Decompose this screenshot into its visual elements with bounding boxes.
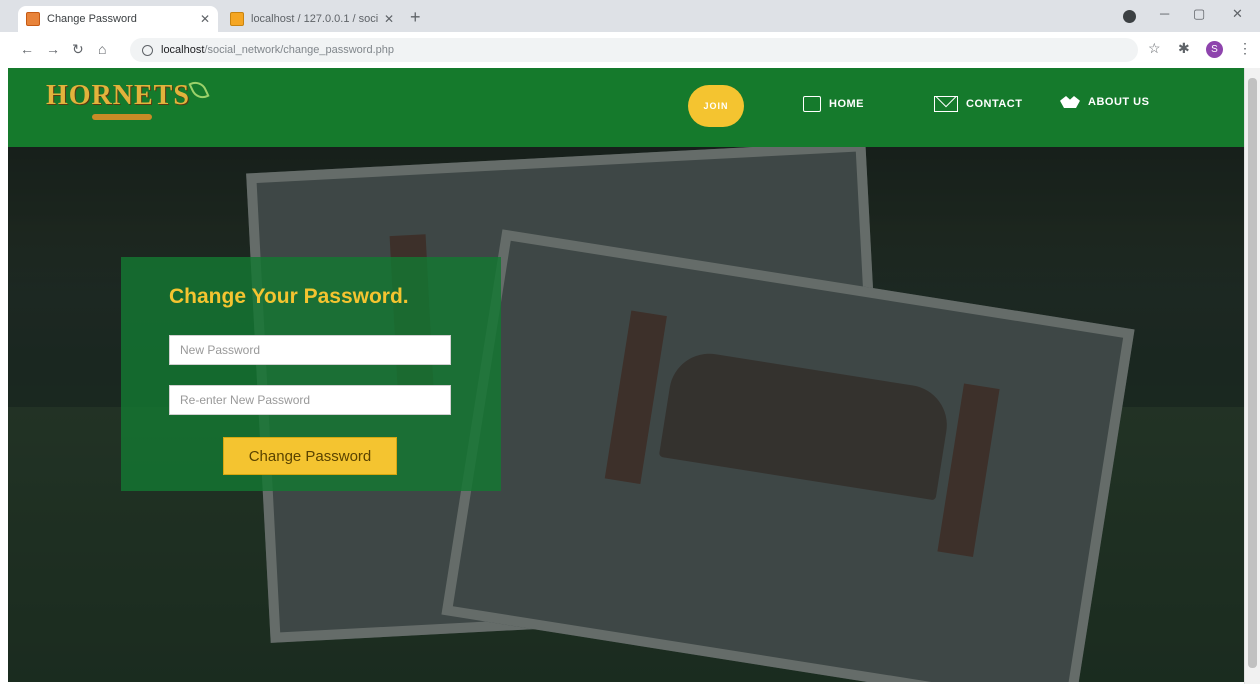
mail-icon: [934, 96, 958, 112]
back-icon[interactable]: ←: [20, 41, 34, 57]
site-info-icon[interactable]: [142, 44, 153, 56]
logo-ribbon: [92, 114, 152, 120]
home-icon[interactable]: ⌂: [98, 41, 106, 57]
hero-background: Change Your Password. Change Password: [8, 147, 1244, 682]
scrollbar[interactable]: [1244, 68, 1260, 684]
tab-title: Change Password: [47, 13, 137, 25]
nav-contact-label: CONTACT: [966, 98, 1023, 110]
leaf-icon: [188, 77, 210, 103]
form-title: Change Your Password.: [169, 285, 409, 308]
close-tab-icon[interactable]: ✕: [384, 12, 394, 26]
tab-title: localhost / 127.0.0.1 / social_net: [251, 13, 378, 25]
nav-contact[interactable]: CONTACT: [934, 96, 1022, 112]
change-password-form: Change Your Password. Change Password: [121, 257, 501, 491]
url-path: /social_network/change_password.php: [204, 44, 394, 56]
logo-text: HORNETS: [46, 80, 190, 111]
page-viewport: HORNETS JOIN HOME CONTACT ABOUT US Chang…: [8, 68, 1244, 682]
bookmark-star-icon[interactable]: ☆: [1148, 40, 1161, 57]
nav-home[interactable]: HOME: [803, 96, 864, 112]
menu-icon[interactable]: ⋮: [1238, 40, 1252, 57]
change-password-button[interactable]: Change Password: [223, 437, 397, 475]
reenter-password-input[interactable]: [169, 385, 451, 415]
close-window-icon[interactable]: ✕: [1232, 6, 1243, 22]
browser-chrome: Change Password ✕ localhost / 127.0.0.1 …: [0, 0, 1260, 68]
url-host: localhost: [161, 44, 205, 56]
forward-icon[interactable]: →: [46, 41, 60, 57]
profile-avatar[interactable]: S: [1206, 41, 1223, 58]
address-bar[interactable]: localhost /social_network/change_passwor…: [130, 38, 1138, 62]
close-tab-icon[interactable]: ✕: [200, 12, 210, 26]
tab-change-password[interactable]: Change Password ✕: [18, 6, 218, 32]
site-logo[interactable]: HORNETS: [46, 77, 210, 120]
reload-icon[interactable]: ↻: [72, 41, 84, 57]
new-tab-button[interactable]: +: [410, 8, 421, 26]
home-icon: [803, 96, 821, 112]
join-button[interactable]: JOIN: [688, 85, 744, 127]
tab-phpmyadmin[interactable]: localhost / 127.0.0.1 / social_net ✕: [222, 6, 402, 32]
extensions-icon[interactable]: ✱: [1178, 40, 1190, 57]
minimize-icon[interactable]: ─: [1160, 6, 1169, 21]
favicon-icon: [230, 12, 244, 26]
nav-about[interactable]: ABOUT US: [1060, 96, 1149, 108]
tab-strip: Change Password ✕ localhost / 127.0.0.1 …: [0, 0, 1260, 32]
nav-home-label: HOME: [829, 98, 864, 110]
new-password-input[interactable]: [169, 335, 451, 365]
browser-toolbar: ← → ↻ ⌂ localhost /social_network/change…: [0, 32, 1260, 68]
handshake-icon: [1060, 96, 1080, 108]
scrollbar-thumb[interactable]: [1248, 78, 1257, 668]
favicon-icon: [26, 12, 40, 26]
nav-about-label: ABOUT US: [1088, 96, 1150, 108]
account-icon[interactable]: [1123, 10, 1136, 23]
maximize-icon[interactable]: ▢: [1193, 6, 1205, 22]
site-header: HORNETS JOIN HOME CONTACT ABOUT US: [8, 68, 1244, 147]
